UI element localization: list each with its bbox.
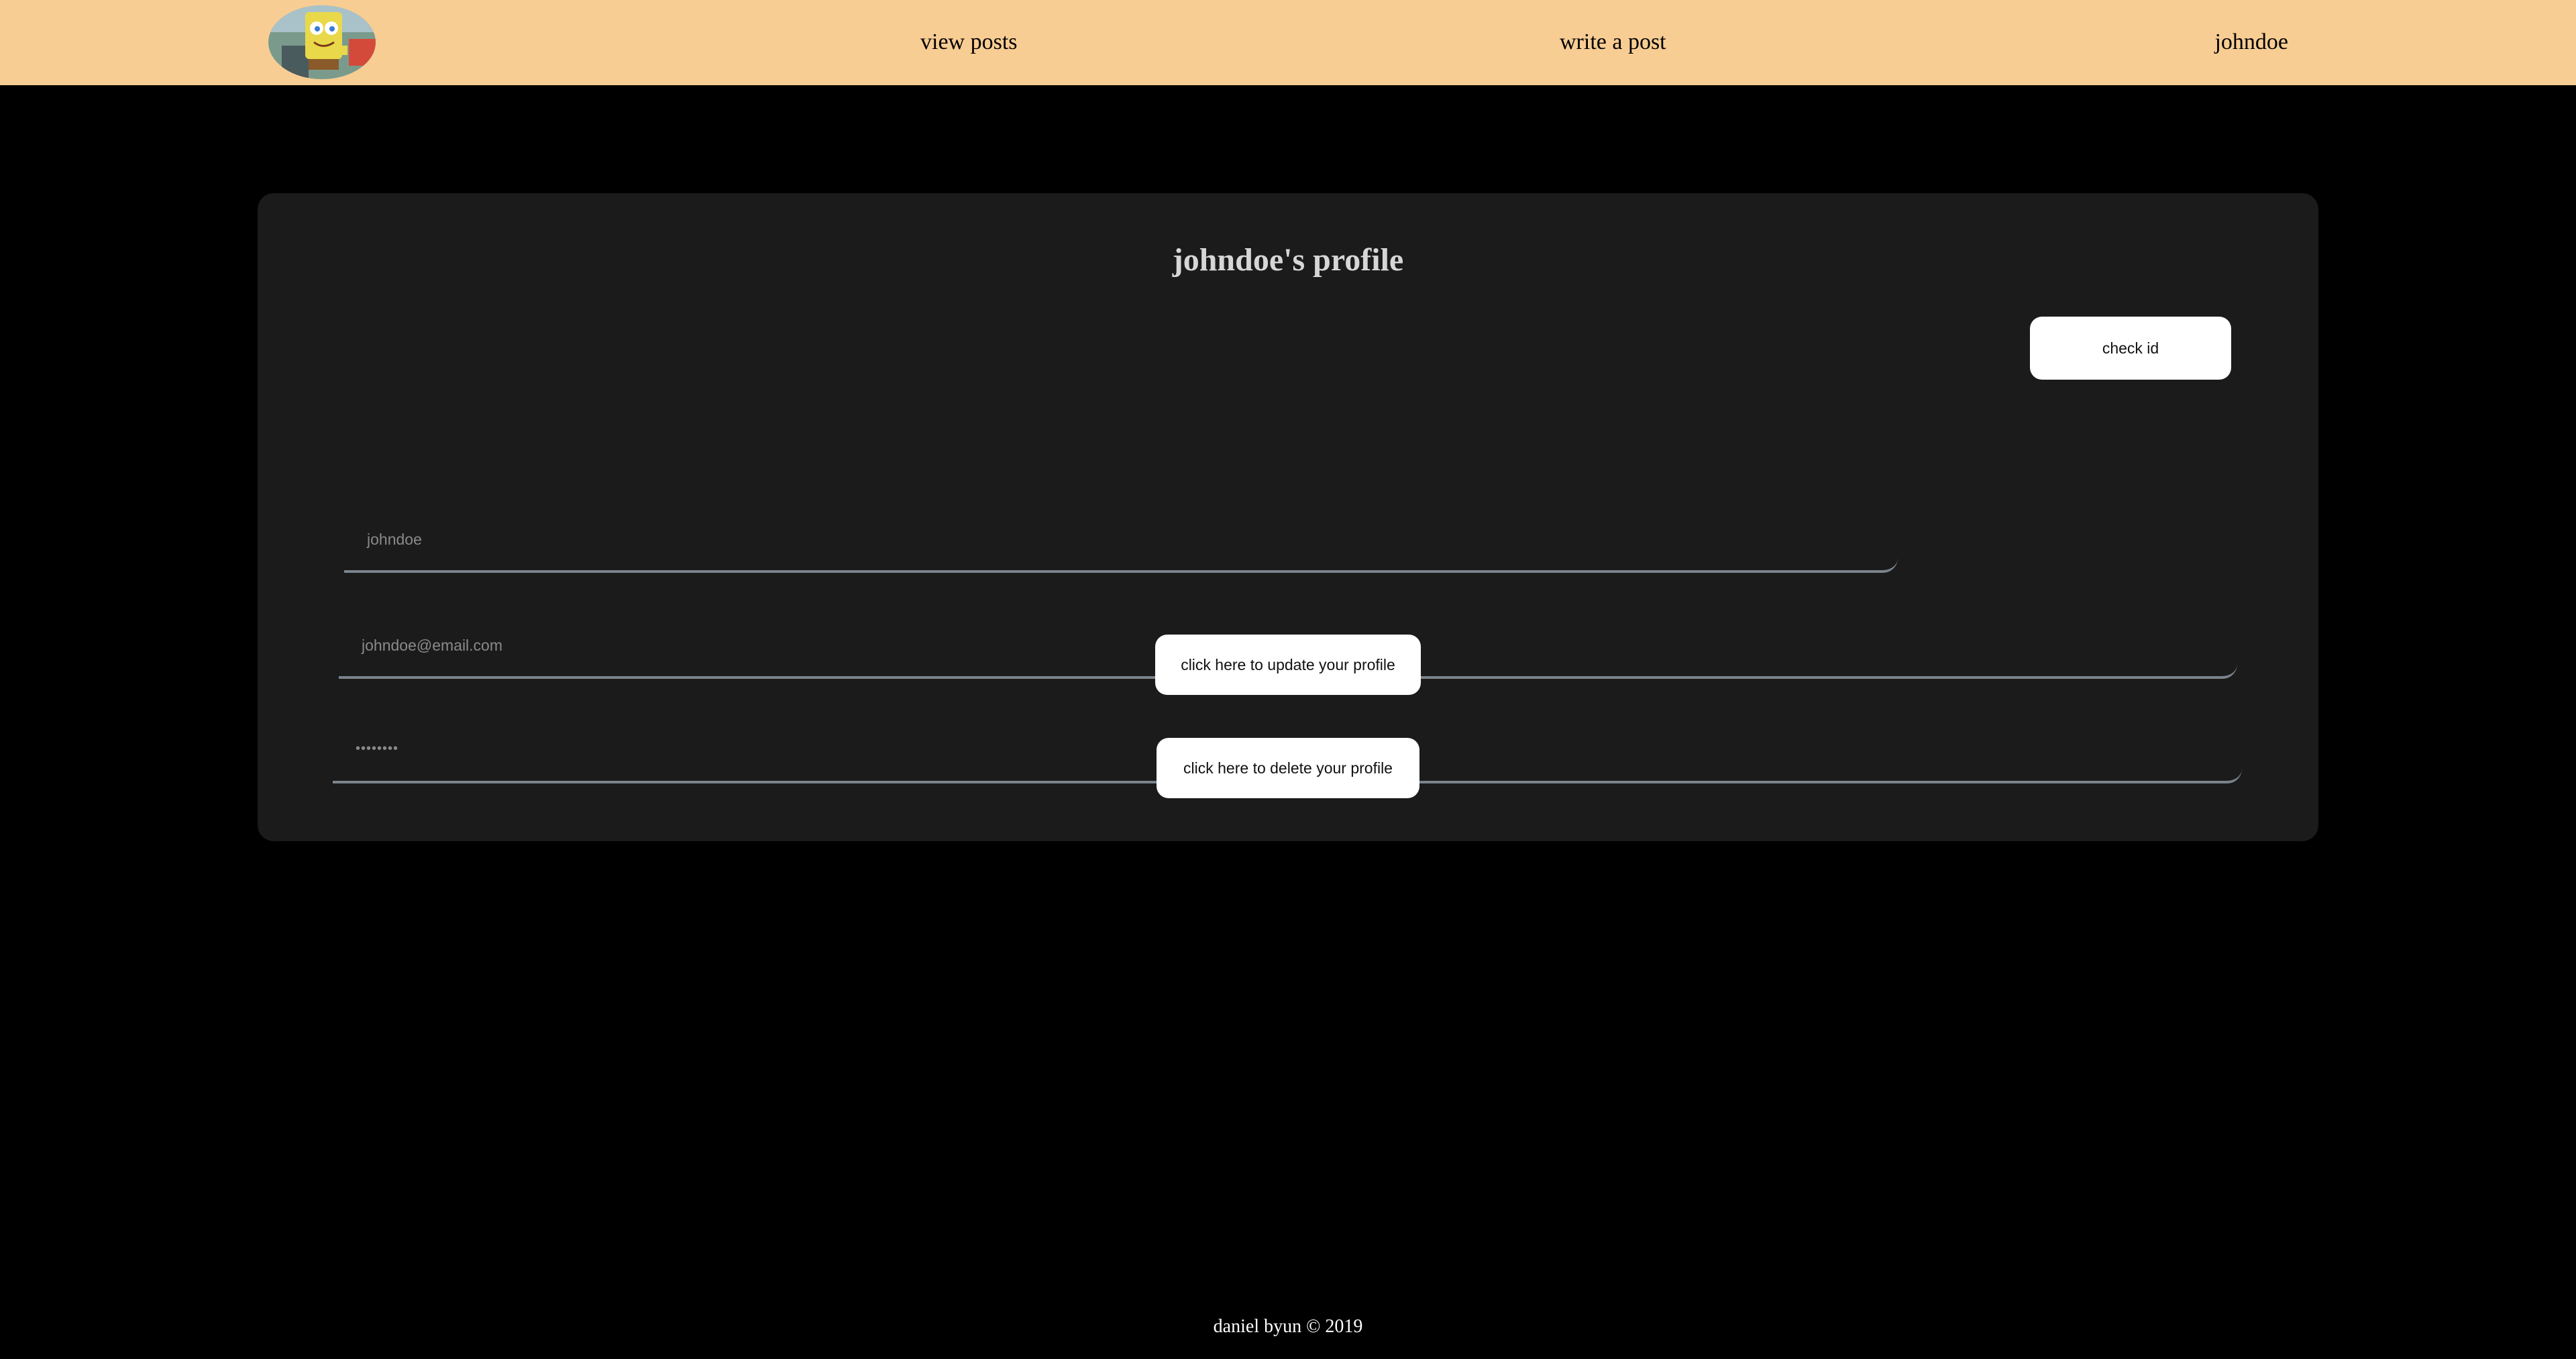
spongebob-logo-icon xyxy=(268,5,376,79)
password-placeholder: •••••••• xyxy=(356,741,399,756)
delete-profile-button[interactable]: click here to delete your profile xyxy=(1157,738,1419,798)
page-title: johndoe's profile xyxy=(1172,242,1404,278)
update-profile-button[interactable]: click here to update your profile xyxy=(1155,635,1421,695)
password-field[interactable]: •••••••• xyxy=(333,722,1261,783)
profile-card: johndoe's profile johndoe check id johnd… xyxy=(258,193,2318,841)
logo[interactable] xyxy=(268,5,376,79)
confirm-password-field[interactable]: •••••••• xyxy=(1313,722,2242,783)
nav-view-posts[interactable]: view posts xyxy=(920,25,1018,59)
nav-user-profile[interactable]: johndoe xyxy=(2214,25,2288,59)
nav-write-post[interactable]: write a post xyxy=(1560,25,1666,59)
navbar: view posts write a post johndoe xyxy=(0,0,2576,85)
username-placeholder: johndoe xyxy=(367,531,422,548)
footer-copyright: daniel byun © 2019 xyxy=(1213,1316,1363,1337)
username-field[interactable]: johndoe xyxy=(344,511,1898,573)
email-placeholder: johndoe@email.com xyxy=(362,637,503,654)
check-id-button[interactable]: check id xyxy=(2030,317,2231,380)
